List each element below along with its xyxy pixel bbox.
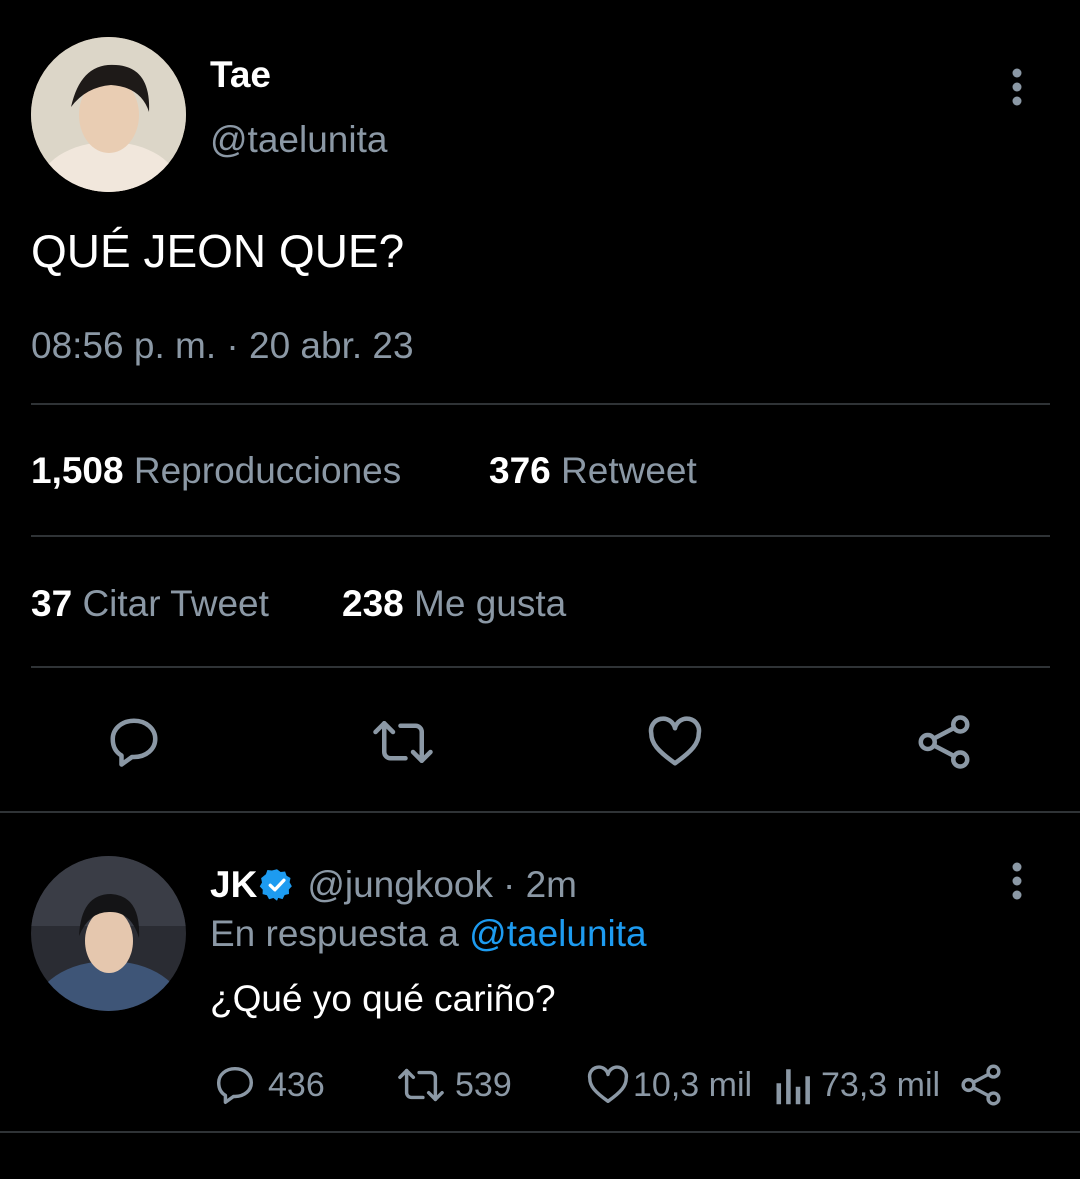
reply-icon[interactable] (104, 712, 164, 772)
views-count: 1,508 (31, 450, 124, 491)
reply-views-count: 73,3 mil (821, 1065, 941, 1104)
reply-author-name[interactable]: JK (210, 864, 257, 906)
reply-retweets-count: 539 (455, 1065, 512, 1104)
share-icon[interactable] (914, 712, 974, 772)
reply-likes-action[interactable]: 10,3 mil (585, 1062, 752, 1108)
retweet-icon[interactable] (370, 712, 436, 772)
likes-count: 238 (342, 583, 404, 624)
retweet-icon (395, 1062, 447, 1108)
divider (31, 403, 1050, 405)
more-options-icon[interactable] (1005, 68, 1029, 108)
divider (0, 811, 1080, 813)
reply-author-handle[interactable]: @jungkook (307, 864, 493, 906)
reply-replies-count: 436 (268, 1065, 325, 1104)
reply-time[interactable]: · 2m (503, 864, 577, 906)
tweet-timestamp[interactable]: 08:56 p. m. · 20 abr. 23 (31, 325, 414, 367)
replying-to: En respuesta a @taelunita (210, 913, 647, 955)
quotes-label: Citar Tweet (82, 583, 269, 624)
tweet-text: QUÉ JEON QUE? (31, 225, 405, 277)
retweets-label: Retweet (561, 450, 697, 491)
reply-icon (212, 1062, 258, 1108)
verified-badge-icon (259, 867, 295, 903)
retweets-count: 376 (489, 450, 551, 491)
author-name[interactable]: Tae (210, 54, 271, 96)
reply-retweets-action[interactable]: 539 (395, 1062, 512, 1108)
likes-stat[interactable]: 238 Me gusta (342, 583, 566, 625)
author-avatar[interactable] (31, 37, 186, 192)
reply-share-icon[interactable] (958, 1062, 1004, 1108)
divider (31, 666, 1050, 668)
reply-more-options-icon[interactable] (1005, 862, 1029, 902)
likes-label: Me gusta (414, 583, 567, 624)
reply-author-avatar[interactable] (31, 856, 186, 1011)
divider (0, 1131, 1080, 1133)
replying-handle-link[interactable]: @taelunita (469, 913, 646, 954)
analytics-icon (773, 1062, 815, 1108)
views-stat[interactable]: 1,508 Reproducciones (31, 450, 401, 492)
views-label: Reproducciones (133, 450, 402, 491)
divider (31, 535, 1050, 537)
like-icon[interactable] (645, 712, 705, 772)
reply-header: JK @jungkook · 2m (210, 864, 577, 906)
reply-replies-action[interactable]: 436 (212, 1062, 325, 1108)
reply-likes-count: 10,3 mil (633, 1065, 753, 1104)
quotes-stat[interactable]: 37 Citar Tweet (31, 583, 269, 625)
quotes-count: 37 (31, 583, 73, 624)
author-handle[interactable]: @taelunita (210, 119, 387, 161)
reply-views-action[interactable]: 73,3 mil (773, 1062, 940, 1108)
replying-prefix: En respuesta a (210, 913, 459, 954)
like-icon (585, 1062, 631, 1108)
retweets-stat[interactable]: 376 Retweet (489, 450, 697, 492)
reply-text: ¿Qué yo qué cariño? (210, 978, 556, 1019)
